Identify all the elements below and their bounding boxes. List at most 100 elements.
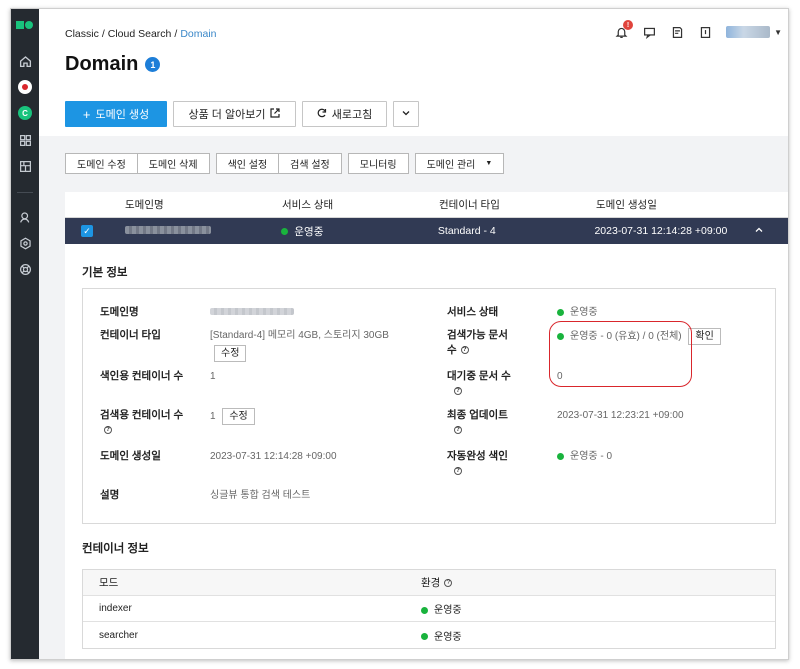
domain-manage-label: 도메인 관리	[426, 160, 476, 171]
help-icon[interactable]: ?	[454, 426, 462, 435]
search-settings-button[interactable]: 검색 설정	[279, 153, 342, 174]
column-header[interactable]: 도메인 생성일	[596, 197, 756, 212]
description-value: 싱글뷰 통합 검색 테스트	[210, 490, 311, 501]
help-icon[interactable]	[17, 261, 33, 277]
main-content: Classic / Cloud Search / Domain ! ▼ Domain	[39, 9, 788, 659]
grid-icon[interactable]	[17, 132, 33, 148]
settings-icon[interactable]	[17, 235, 33, 251]
container-type-label: 컨테이너 타입	[100, 329, 161, 341]
table-header: 도메인명 서비스 상태 컨테이너 타입 도메인 생성일	[65, 192, 788, 218]
description-label: 설명	[100, 489, 120, 501]
column-header[interactable]: 도메인명	[125, 197, 282, 212]
autocomplete-value: 운영중 - 0	[570, 451, 613, 462]
sidebar-divider	[17, 192, 33, 193]
external-link-icon	[270, 107, 281, 121]
column-header-text: 환경	[421, 577, 441, 589]
column-header: 환경?	[421, 575, 775, 590]
row-checkbox[interactable]: ✓	[81, 225, 93, 237]
help-icon[interactable]: ?	[454, 467, 462, 476]
mode-cell: searcher	[99, 629, 138, 641]
domain-manage-dropdown[interactable]: 도메인 관리 ▼	[414, 153, 505, 174]
notification-badge: !	[623, 20, 634, 30]
container-type: Standard - 4	[437, 225, 496, 237]
breadcrumb: Classic / Cloud Search / Domain	[65, 28, 217, 40]
book-icon[interactable]	[698, 25, 712, 39]
pending-docs-label: 대기중 문서 수?	[447, 369, 527, 399]
breadcrumb-item[interactable]: Cloud Search	[108, 28, 172, 40]
searchable-docs-label: 검색가능 문서 수?	[447, 328, 519, 358]
app-window: C Classic / Cloud Search / Domain ! ▼ Do…	[10, 8, 789, 660]
last-update-label: 최종 업데이트?	[447, 408, 527, 438]
status-dot	[557, 452, 564, 460]
more-dropdown-button[interactable]	[393, 101, 419, 127]
column-header[interactable]: 서비스 상태	[282, 197, 439, 212]
last-update-label-text: 최종 업데이트	[447, 409, 508, 421]
help-icon[interactable]: ?	[454, 387, 462, 396]
search-containers-label: 검색용 컨테이너 수?	[100, 408, 190, 438]
chat-icon[interactable]	[642, 25, 656, 39]
refresh-label: 새로고침	[331, 109, 373, 121]
status-dot	[421, 633, 428, 641]
search-containers-value: 1	[210, 411, 216, 423]
page-title-text: Domain	[65, 53, 139, 75]
user-menu[interactable]: ▼	[726, 26, 782, 38]
search-user-icon[interactable]	[17, 209, 33, 225]
container-table: 모드 환경? indexer 운영중 searcher 운영중	[82, 569, 776, 649]
autocomplete-label-text: 자동완성 색인	[447, 450, 508, 462]
content-area: 도메인 수정 도메인 삭제 색인 설정 검색 설정 모니터링 도메인 관리 ▼	[39, 136, 788, 659]
container-info-title: 컨테이너 정보	[82, 543, 149, 555]
logo[interactable]	[16, 20, 34, 29]
mode-cell: indexer	[99, 603, 132, 614]
status-text: 운영중	[294, 225, 324, 238]
edit-note-icon[interactable]	[670, 25, 684, 39]
edit-domain-button[interactable]: 도메인 수정	[65, 153, 138, 174]
chevron-down-icon	[401, 108, 411, 121]
dashboard-icon[interactable]	[17, 158, 33, 174]
edit-search-containers-button[interactable]: 수정	[222, 408, 255, 425]
confirm-button[interactable]: 확인	[688, 328, 721, 345]
breadcrumb-item[interactable]: Classic	[65, 28, 99, 40]
indexing-containers-value: 1	[210, 371, 216, 382]
table-row[interactable]: ✓ 운영중 Standard - 4 2023-07-31 12:14:28 +…	[65, 218, 788, 244]
home-icon[interactable]	[17, 53, 33, 69]
monitoring-button[interactable]: 모니터링	[347, 153, 409, 174]
breadcrumb-separator: /	[101, 28, 105, 40]
classic-icon[interactable]: C	[18, 106, 32, 120]
search-containers-label-text: 검색용 컨테이너 수	[100, 409, 184, 421]
delete-domain-button[interactable]: 도메인 삭제	[137, 153, 210, 174]
help-icon[interactable]: ?	[444, 579, 453, 588]
learn-more-label: 상품 더 알아보기	[188, 109, 266, 121]
status-dot	[281, 228, 289, 236]
help-icon[interactable]: ?	[460, 346, 469, 355]
index-settings-button[interactable]: 색인 설정	[215, 153, 280, 174]
table-header: 모드 환경?	[83, 570, 775, 596]
chevron-up-icon[interactable]	[754, 225, 764, 238]
chevron-down-icon: ▼	[774, 27, 782, 37]
edit-container-type-button[interactable]: 수정	[214, 345, 247, 362]
table-row: searcher 운영중	[83, 622, 775, 648]
service-status-label: 서비스 상태	[447, 306, 499, 318]
count-badge: 1	[145, 57, 161, 72]
domain-name-label: 도메인명	[100, 306, 139, 318]
autocomplete-label: 자동완성 색인?	[447, 449, 527, 479]
column-header: 모드	[99, 577, 119, 589]
status-dot	[421, 606, 428, 614]
page-title: Domain 1	[65, 53, 161, 76]
service-status-value: 운영중	[570, 307, 598, 318]
domain-panel: 도메인명 서비스 상태 컨테이너 타입 도메인 생성일 ✓ 운영중 Standa…	[65, 192, 788, 659]
sidebar: C	[11, 9, 39, 659]
bell-icon[interactable]: !	[614, 20, 634, 39]
create-domain-button[interactable]: + 도메인 생성	[65, 101, 167, 127]
help-icon[interactable]: ?	[104, 426, 112, 435]
domain-toolbar: 도메인 수정 도메인 삭제 색인 설정 검색 설정 모니터링 도메인 관리 ▼	[65, 153, 505, 174]
flag-icon[interactable]	[18, 80, 32, 94]
plus-icon: +	[82, 106, 91, 122]
last-update-value: 2023-07-31 12:23:21 +09:00	[557, 410, 684, 421]
table-row: indexer 운영중	[83, 596, 775, 622]
breadcrumb-separator: /	[174, 28, 178, 40]
action-bar: + 도메인 생성 상품 더 알아보기 새로고침	[65, 101, 419, 127]
learn-more-button[interactable]: 상품 더 알아보기	[173, 101, 296, 127]
refresh-button[interactable]: 새로고침	[302, 101, 387, 127]
column-header[interactable]: 컨테이너 타입	[439, 197, 596, 212]
basic-info-box: 도메인명 컨테이너 타입 [Standard-4] 메모리 4GB, 스토리지 …	[82, 288, 776, 524]
